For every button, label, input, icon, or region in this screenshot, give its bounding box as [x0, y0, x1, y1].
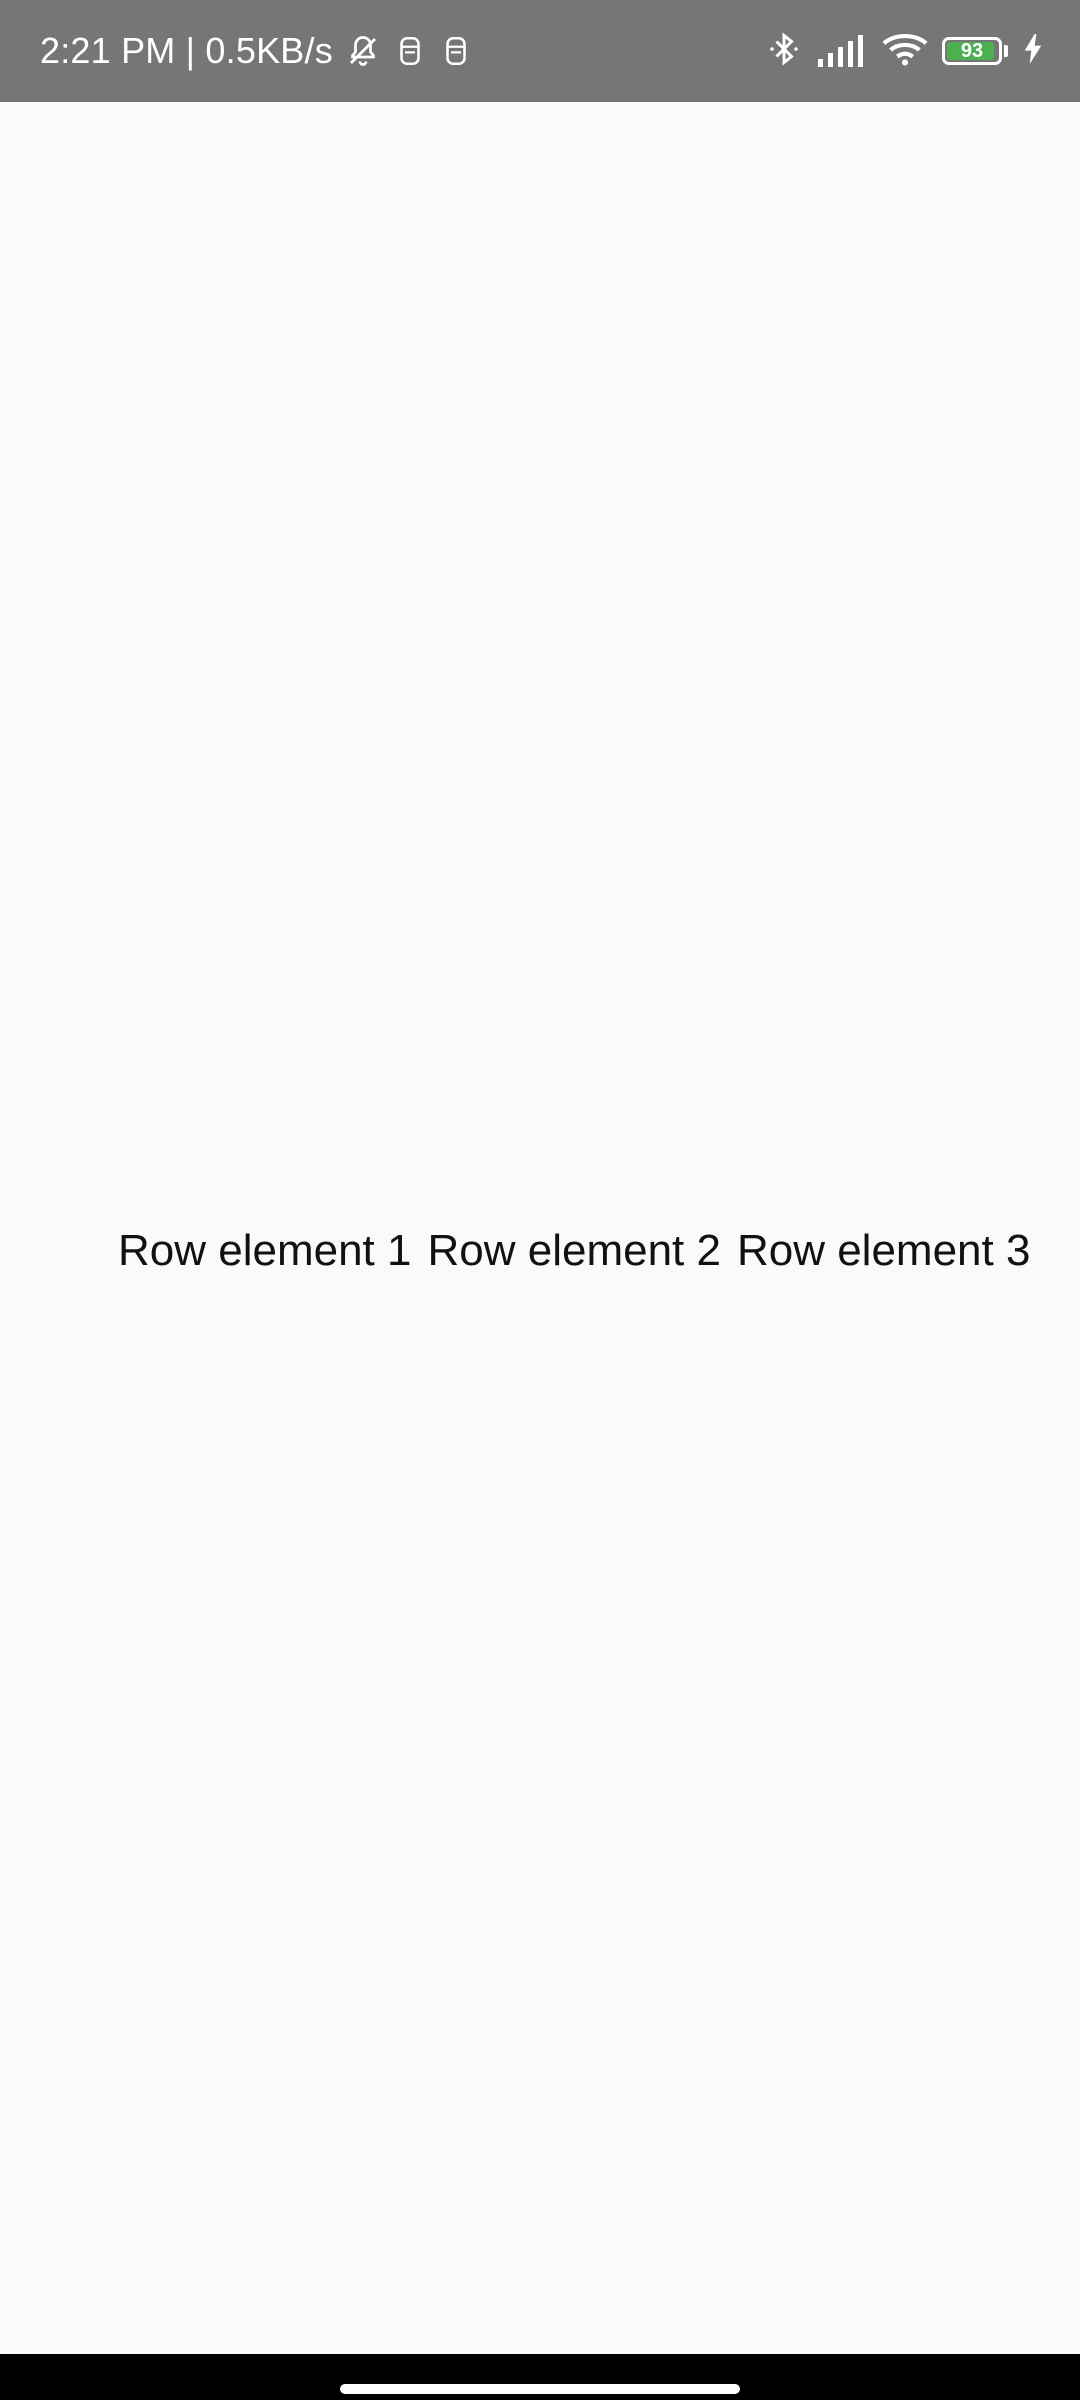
battery-icon: 93 — [942, 37, 1002, 65]
home-indicator[interactable] — [340, 2384, 740, 2394]
status-right: 93 — [766, 0, 1044, 102]
row-element-1: Row element 1 — [118, 1226, 412, 1275]
row-container: Row element 1 Row element 2 Row element … — [118, 1226, 1030, 1276]
battery-cap — [1004, 45, 1008, 57]
status-left: 2:21 PM | 0.5KB/s — [40, 0, 473, 102]
battery-level: 93 — [960, 39, 984, 62]
sim-icon — [393, 34, 427, 68]
time-and-speed: 2:21 PM | 0.5KB/s — [40, 30, 333, 71]
sim-icon — [439, 34, 473, 68]
navigation-bar — [0, 2354, 1080, 2400]
main-content: Row element 1 Row element 2 Row element … — [0, 102, 1080, 2354]
row-element-3: Row element 3 — [736, 1226, 1031, 1275]
silent-bell-icon — [345, 33, 381, 69]
charging-bolt-icon — [1022, 33, 1044, 69]
bluetooth-icon — [766, 31, 802, 72]
row-element-2: Row element 2 — [427, 1226, 721, 1275]
status-bar: 2:21 PM | 0.5KB/s 93 — [0, 0, 1080, 102]
wifi-icon — [882, 31, 928, 72]
signal-icon — [816, 31, 868, 72]
